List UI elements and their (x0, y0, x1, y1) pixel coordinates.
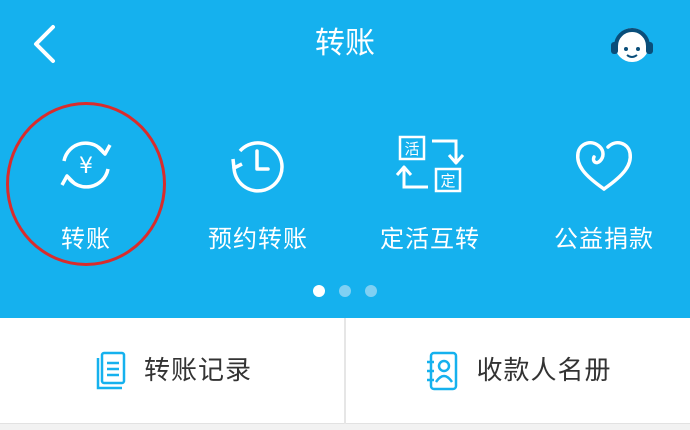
transfer-item[interactable]: ¥ 转账 (0, 110, 172, 270)
payee-list-button[interactable]: 收款人名册 (346, 318, 690, 424)
document-icon (96, 351, 126, 390)
bottom-actions: 转账记录 收款人名册 (0, 318, 690, 424)
transfer-records-label: 转账记录 (143, 356, 252, 386)
payee-list-label: 收款人名册 (476, 356, 612, 386)
scheduled-transfer-item[interactable]: 预约转账 (172, 110, 344, 270)
page-title: 转账 (315, 26, 375, 61)
heart-icon (575, 141, 633, 191)
page-dot-2[interactable] (339, 285, 351, 297)
contact-book-icon (427, 351, 458, 391)
page-dot-3[interactable] (365, 285, 377, 297)
svg-text:¥: ¥ (79, 154, 93, 179)
fixed-current-swap-icon: 活 定 (395, 135, 465, 193)
clock-icon (231, 141, 284, 193)
scheduled-transfer-label: 预约转账 (208, 225, 308, 253)
transfer-records-button[interactable]: 转账记录 (0, 318, 344, 424)
page-indicator (0, 285, 690, 299)
customer-service-button[interactable] (602, 20, 662, 70)
transfer-label: 转账 (61, 225, 111, 253)
yuan-exchange-icon: ¥ (60, 141, 112, 189)
donation-item[interactable]: 公益捐款 (518, 110, 690, 270)
customer-service-icon (611, 28, 653, 62)
svg-text:定: 定 (440, 172, 455, 190)
fixed-current-swap-label: 定活互转 (380, 225, 480, 253)
navigation-bar: 转账 (0, 0, 690, 90)
svg-text:活: 活 (404, 140, 419, 158)
page-dot-1[interactable] (313, 285, 325, 297)
donation-label: 公益捐款 (554, 225, 654, 253)
feature-grid: ¥ 转账 预约转账 活 定 定活互转 公益捐款 (0, 110, 690, 270)
fixed-current-swap-item[interactable]: 活 定 定活互转 (344, 110, 516, 270)
